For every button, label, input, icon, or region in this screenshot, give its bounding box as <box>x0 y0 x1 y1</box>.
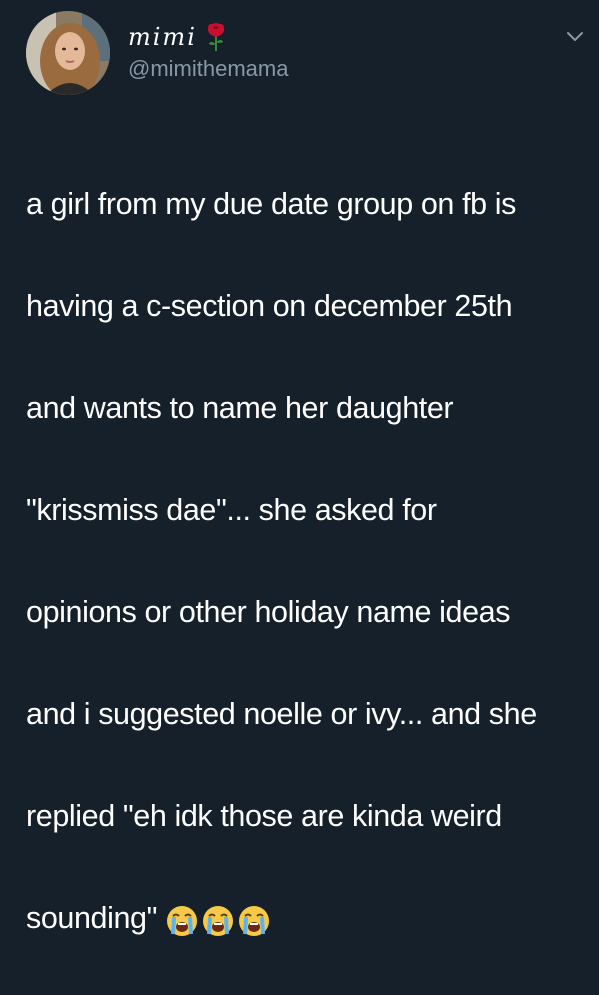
chevron-down-icon[interactable] <box>566 30 584 44</box>
loudly-crying-face-icon <box>165 903 199 937</box>
avatar-photo <box>26 11 110 95</box>
tweet-text-line: opinions or other holiday name ideas <box>26 595 511 629</box>
avatar[interactable] <box>26 11 110 95</box>
tweet-text-line: and i suggested noelle or ivy... and she <box>26 697 537 731</box>
tweet-text-line: "krissmiss dae"... she asked for <box>26 493 437 527</box>
tweet-text-line: having a c-section on december 25th <box>26 289 513 323</box>
loudly-crying-face-icon <box>201 903 235 937</box>
tweet-text: a girl from my due date group on fb is h… <box>26 128 591 995</box>
tweet-text-line: a girl from my due date group on fb is <box>26 187 517 221</box>
tweet-text-line: and wants to name her daughter <box>26 391 454 425</box>
tweet-text-last-line: sounding" <box>26 893 591 944</box>
tweet-text-line: replied "eh idk those are kinda weird <box>26 799 502 833</box>
user-handle[interactable]: @mimithemama <box>128 56 288 82</box>
display-name-row[interactable]: mimi <box>128 20 227 54</box>
emoji-row <box>165 903 271 937</box>
loudly-crying-face-icon <box>237 903 271 937</box>
tweet-card: mimi @mimithemama a girl from my due dat… <box>0 0 599 936</box>
rose-icon <box>205 22 227 52</box>
tweet-text-line: sounding" <box>26 901 158 935</box>
display-name[interactable]: mimi <box>128 23 197 51</box>
